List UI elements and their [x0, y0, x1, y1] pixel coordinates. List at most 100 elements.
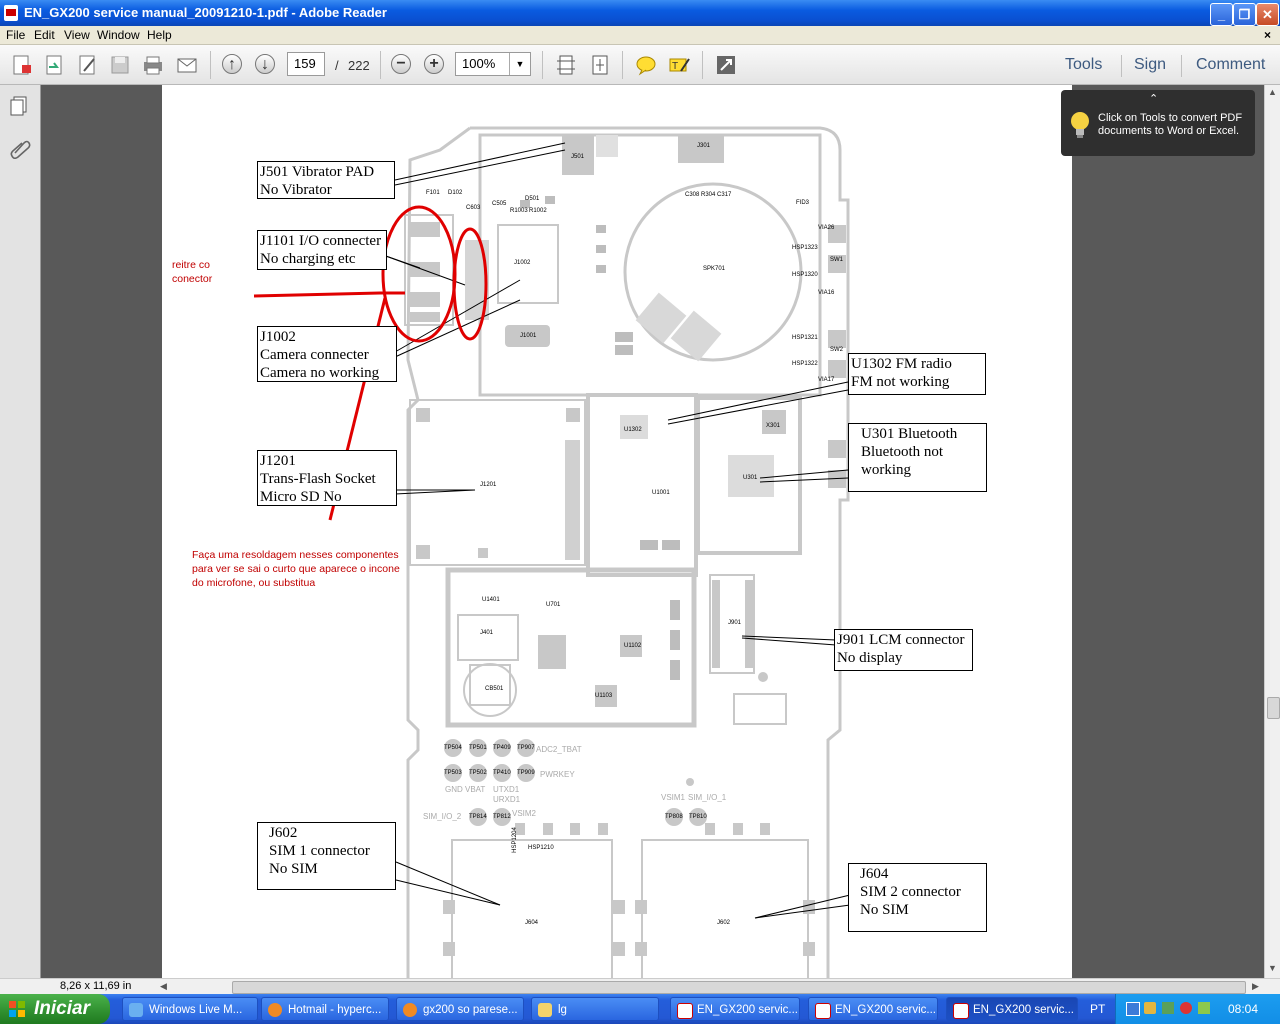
network-icon[interactable] — [1126, 1002, 1140, 1016]
save-icon[interactable] — [108, 53, 132, 77]
callout-j901: J901 LCM connector No display — [834, 629, 973, 671]
callout-j1101: J1101 I/O connecter No charging etc — [257, 230, 387, 270]
pdf-page[interactable]: J501 J301 SPK701 J1201 J1002 J1001 U1302… — [162, 85, 1072, 978]
label-vsim2: VSIM2 — [512, 809, 537, 818]
fit-page-scroll-icon[interactable] — [554, 53, 578, 77]
label-hsp1321: HSP1321 — [792, 335, 818, 341]
clock: 08:04 — [1228, 1002, 1259, 1016]
tools-pane-button[interactable]: Tools — [1065, 56, 1102, 74]
security-shield-icon[interactable] — [1144, 1002, 1156, 1014]
mail-icon — [129, 1003, 143, 1017]
horizontal-scroll-thumb[interactable] — [232, 981, 1246, 994]
label-c603: C603 — [466, 205, 481, 211]
label-tp907: TP907 — [517, 745, 535, 751]
comment-pane-button[interactable]: Comment — [1196, 56, 1265, 74]
label-j602: J602 — [717, 920, 731, 926]
edit-file-icon[interactable] — [76, 53, 100, 77]
scroll-down-arrow-icon[interactable]: ▼ — [1265, 961, 1280, 976]
label-spk701: SPK701 — [703, 266, 726, 272]
tools-tooltip[interactable]: ⌃ Click on Tools to convert PDF document… — [1061, 90, 1255, 156]
label-sim-io-2: SIM_I/O_2 — [423, 812, 462, 821]
label-vsim1: VSIM1 — [661, 793, 686, 802]
label-tp909: TP909 — [517, 770, 535, 776]
label-tp810: TP810 — [689, 814, 707, 820]
task-hotmail[interactable]: Hotmail - hyperc... — [261, 997, 389, 1021]
lightbulb-icon — [1071, 112, 1089, 138]
task-pdf-2[interactable]: EN_GX200 servic... — [808, 997, 938, 1021]
next-page-icon[interactable]: ↓ — [255, 54, 275, 74]
tray-app-icon[interactable] — [1162, 1002, 1174, 1014]
menu-window[interactable]: Window — [97, 28, 140, 42]
label-c308: C308 R304 C317 — [685, 192, 732, 198]
menu-file[interactable]: File — [6, 28, 25, 42]
label-d501: D501 — [525, 196, 540, 202]
start-button[interactable]: Iniciar — [0, 994, 110, 1024]
menu-view[interactable]: View — [64, 28, 90, 42]
label-f101: F101 — [426, 190, 440, 196]
label-u301: U301 — [743, 475, 758, 481]
label-j501: J501 — [571, 154, 585, 160]
label-utxd1: UTXD1 — [493, 785, 520, 794]
label-tp502: TP502 — [469, 770, 487, 776]
chevron-up-icon[interactable]: ⌃ — [1149, 92, 1158, 105]
minimize-button[interactable]: _ — [1210, 3, 1233, 26]
expand-icon[interactable] — [714, 53, 738, 77]
label-sw2: SW2 — [830, 347, 844, 353]
page-thumbnails-icon[interactable] — [9, 95, 31, 117]
language-indicator[interactable]: PT — [1090, 1002, 1105, 1016]
task-gx200-forum[interactable]: gx200 so parese... — [396, 997, 524, 1021]
scroll-up-arrow-icon[interactable]: ▲ — [1265, 85, 1280, 100]
page-number-input[interactable]: 159 — [287, 52, 325, 76]
firefox-icon — [403, 1003, 417, 1017]
label-hsp1204: HSP1204 — [511, 827, 518, 853]
label-d102: D102 — [448, 190, 463, 196]
scroll-left-arrow-icon[interactable]: ◀ — [156, 979, 171, 994]
fit-page-icon[interactable] — [588, 53, 612, 77]
menu-edit[interactable]: Edit — [34, 28, 55, 42]
label-u1001: U1001 — [652, 490, 670, 496]
svg-text:T: T — [672, 61, 678, 72]
label-j604: J604 — [525, 920, 539, 926]
taskbar: Iniciar Windows Live M... Hotmail - hype… — [0, 994, 1280, 1024]
task-lg-folder[interactable]: lg — [531, 997, 659, 1021]
label-u1302: U1302 — [624, 427, 642, 433]
create-pdf-icon[interactable] — [10, 53, 34, 77]
close-button[interactable]: ✕ — [1256, 3, 1279, 26]
zoom-select[interactable]: 100% ▼ — [455, 52, 531, 76]
email-icon[interactable] — [175, 53, 199, 77]
highlight-text-icon[interactable]: T — [667, 53, 691, 77]
vertical-scroll-thumb[interactable] — [1267, 697, 1280, 719]
pdf-icon — [953, 1003, 969, 1019]
task-pdf-3-active[interactable]: EN_GX200 servic... — [946, 997, 1078, 1021]
previous-page-icon[interactable]: ↑ — [222, 54, 242, 74]
system-tray: 08:04 — [1115, 994, 1280, 1024]
windows-logo-icon — [9, 1001, 25, 1017]
attachments-icon[interactable] — [9, 137, 31, 159]
start-label: Iniciar — [34, 998, 90, 1019]
vertical-scrollbar[interactable]: ▲ ▼ — [1264, 85, 1280, 978]
folder-icon — [538, 1003, 552, 1017]
sign-pane-button[interactable]: Sign — [1134, 56, 1166, 74]
label-tp503: TP503 — [444, 770, 462, 776]
tooltip-text: Click on Tools to convert PDF documents … — [1098, 112, 1243, 137]
page-size-status: 8,26 x 11,69 in — [60, 980, 132, 992]
label-tp812: TP812 — [493, 814, 511, 820]
menu-close-doc-icon[interactable]: × — [1264, 28, 1271, 42]
open-file-icon[interactable] — [43, 53, 67, 77]
page-total: 222 — [348, 58, 370, 73]
antivirus-icon[interactable] — [1180, 1002, 1192, 1014]
label-via16: VIA16 — [818, 290, 835, 296]
print-icon[interactable] — [141, 53, 165, 77]
chevron-down-icon[interactable]: ▼ — [509, 53, 530, 75]
task-windows-live-mail[interactable]: Windows Live M... — [122, 997, 258, 1021]
menu-help[interactable]: Help — [147, 28, 172, 42]
tray-status-icon[interactable] — [1198, 1002, 1210, 1014]
scroll-right-arrow-icon[interactable]: ▶ — [1248, 979, 1263, 994]
page-separator: / — [335, 58, 339, 73]
window-title: EN_GX200 service manual_20091210-1.pdf -… — [24, 5, 387, 20]
zoom-in-icon[interactable]: + — [424, 54, 444, 74]
task-pdf-1[interactable]: EN_GX200 servic... — [670, 997, 800, 1021]
restore-button[interactable]: ❐ — [1233, 3, 1256, 26]
sticky-note-icon[interactable] — [634, 53, 658, 77]
zoom-out-icon[interactable]: − — [391, 54, 411, 74]
